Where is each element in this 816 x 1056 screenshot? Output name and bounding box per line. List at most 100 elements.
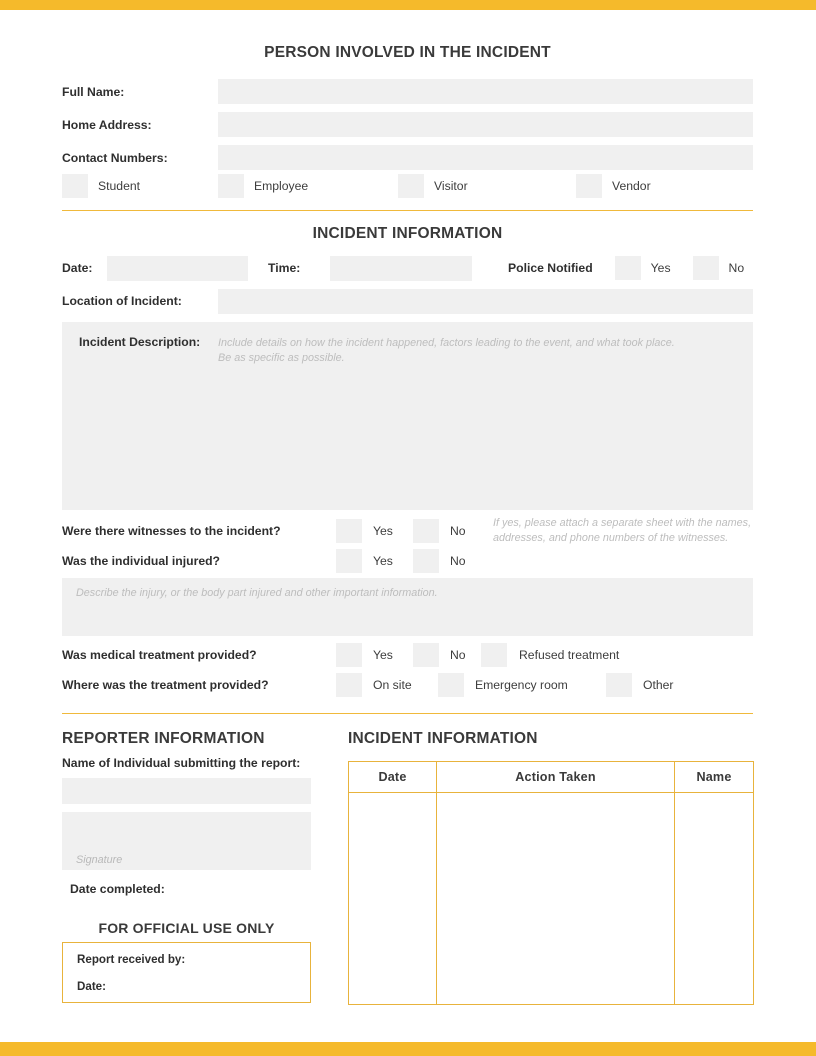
checkbox-witness-yes[interactable]	[336, 519, 362, 543]
checkbox-police-no[interactable]	[693, 256, 719, 280]
label-witness-no: No	[450, 524, 466, 538]
section-divider-1	[62, 210, 753, 211]
location-input[interactable]	[218, 289, 753, 314]
incident-report-page: PERSON INVOLVED IN THE INCIDENT Full Nam…	[0, 0, 816, 1056]
checkbox-injured-no[interactable]	[413, 549, 439, 573]
section-divider-2	[62, 713, 753, 714]
action-table-header-name: Name	[675, 762, 754, 793]
witness-hint-line-1: If yes, please attach a separate sheet w…	[493, 516, 753, 531]
police-option-no[interactable]: No	[693, 256, 745, 280]
medical-option-yes[interactable]: Yes	[336, 643, 413, 667]
person-type-option-student[interactable]: Student	[62, 174, 218, 198]
witness-hint-text: If yes, please attach a separate sheet w…	[493, 516, 753, 545]
reporter-name-input[interactable]	[62, 778, 311, 804]
injured-option-yes[interactable]: Yes	[336, 549, 413, 573]
person-type-option-vendor[interactable]: Vendor	[576, 174, 753, 198]
witness-option-no[interactable]: No	[413, 519, 481, 543]
action-table: Date Action Taken Name	[348, 761, 754, 1005]
incident-description-hint-line-1: Include details on how the incident happ…	[218, 336, 753, 351]
date-label: Date:	[62, 261, 107, 275]
date-completed-label: Date completed:	[70, 882, 165, 896]
label-police-no: No	[729, 261, 745, 275]
signature-hint-label: Signature	[76, 854, 122, 866]
field-row-home-address: Home Address:	[62, 112, 753, 137]
where-option-other[interactable]: Other	[606, 673, 673, 697]
injury-description-box[interactable]: Describe the injury, or the body part in…	[62, 578, 753, 636]
person-type-option-employee[interactable]: Employee	[218, 174, 398, 198]
field-row-contact-numbers: Contact Numbers:	[62, 145, 753, 170]
where-question-label: Where was the treatment provided?	[62, 678, 336, 692]
date-input[interactable]	[107, 256, 248, 281]
checkbox-where-on-site[interactable]	[336, 673, 362, 697]
checkbox-injured-yes[interactable]	[336, 549, 362, 573]
official-received-by-label: Report received by:	[77, 953, 185, 966]
where-option-on-site[interactable]: On site	[336, 673, 438, 697]
checkbox-medical-refused[interactable]	[481, 643, 507, 667]
label-medical-refused: Refused treatment	[519, 648, 619, 662]
label-where-emergency-room: Emergency room	[475, 678, 568, 692]
medical-option-no[interactable]: No	[413, 643, 481, 667]
reporter-section-title: REPORTER INFORMATION	[62, 730, 265, 748]
checkbox-medical-no[interactable]	[413, 643, 439, 667]
injured-option-no[interactable]: No	[413, 549, 481, 573]
label-visitor: Visitor	[434, 179, 468, 193]
witness-option-yes[interactable]: Yes	[336, 519, 413, 543]
checkbox-vendor[interactable]	[576, 174, 602, 198]
incident-description-box[interactable]: Incident Description: Include details on…	[62, 322, 753, 510]
reporter-name-label: Name of Individual submitting the report…	[62, 756, 300, 770]
official-date-label: Date:	[77, 980, 106, 993]
incident-description-hint: Include details on how the incident happ…	[218, 335, 753, 365]
action-table-cell-name[interactable]	[675, 793, 754, 1005]
incident-datetime-row: Date: Time: Police Notified Yes No	[62, 255, 753, 281]
contact-numbers-label: Contact Numbers:	[62, 151, 218, 165]
treatment-location-row: Where was the treatment provided? On sit…	[62, 672, 753, 698]
label-medical-yes: Yes	[373, 648, 393, 662]
official-use-title: FOR OFFICIAL USE ONLY	[62, 920, 311, 936]
incident-section-title: INCIDENT INFORMATION	[62, 225, 753, 243]
where-option-emergency-room[interactable]: Emergency room	[438, 673, 606, 697]
checkbox-visitor[interactable]	[398, 174, 424, 198]
checkbox-witness-no[interactable]	[413, 519, 439, 543]
action-table-header-date: Date	[349, 762, 437, 793]
checkbox-employee[interactable]	[218, 174, 244, 198]
police-option-yes[interactable]: Yes	[615, 256, 671, 280]
label-medical-no: No	[450, 648, 466, 662]
injured-question-label: Was the individual injured?	[62, 554, 336, 568]
checkbox-where-emergency-room[interactable]	[438, 673, 464, 697]
incident-location-row: Location of Incident:	[62, 288, 753, 314]
police-notified-label: Police Notified	[508, 261, 593, 275]
form-sheet: PERSON INVOLVED IN THE INCIDENT Full Nam…	[62, 0, 753, 1056]
label-where-on-site: On site	[373, 678, 412, 692]
injury-description-hint: Describe the injury, or the body part in…	[62, 578, 753, 601]
medical-question-label: Was medical treatment provided?	[62, 648, 336, 662]
checkbox-where-other[interactable]	[606, 673, 632, 697]
action-table-title: INCIDENT INFORMATION	[348, 730, 538, 748]
home-address-input[interactable]	[218, 112, 753, 137]
checkbox-medical-yes[interactable]	[336, 643, 362, 667]
label-injured-yes: Yes	[373, 554, 393, 568]
medical-option-refused[interactable]: Refused treatment	[481, 643, 619, 667]
time-label: Time:	[268, 261, 330, 275]
incident-description-label: Incident Description:	[79, 335, 218, 365]
checkbox-police-yes[interactable]	[615, 256, 641, 280]
full-name-label: Full Name:	[62, 85, 218, 99]
action-table-cell-action-taken[interactable]	[437, 793, 675, 1005]
person-type-options: Student Employee Visitor Vendor	[62, 174, 753, 198]
full-name-input[interactable]	[218, 79, 753, 104]
action-table-cell-date[interactable]	[349, 793, 437, 1005]
action-table-row	[349, 793, 754, 1005]
official-use-box: Report received by: Date:	[62, 942, 311, 1003]
home-address-label: Home Address:	[62, 118, 218, 132]
label-where-other: Other	[643, 678, 673, 692]
checkbox-student[interactable]	[62, 174, 88, 198]
label-injured-no: No	[450, 554, 466, 568]
label-police-yes: Yes	[651, 261, 671, 275]
witness-hint-line-2: addresses, and phone numbers of the witn…	[493, 531, 753, 546]
action-table-header-action-taken: Action Taken	[437, 762, 675, 793]
contact-numbers-input[interactable]	[218, 145, 753, 170]
label-student: Student	[98, 179, 140, 193]
person-type-option-visitor[interactable]: Visitor	[398, 174, 576, 198]
time-input[interactable]	[330, 256, 472, 281]
injured-question-row: Was the individual injured? Yes No	[62, 548, 753, 574]
incident-description-hint-line-2: Be as specific as possible.	[218, 351, 753, 366]
